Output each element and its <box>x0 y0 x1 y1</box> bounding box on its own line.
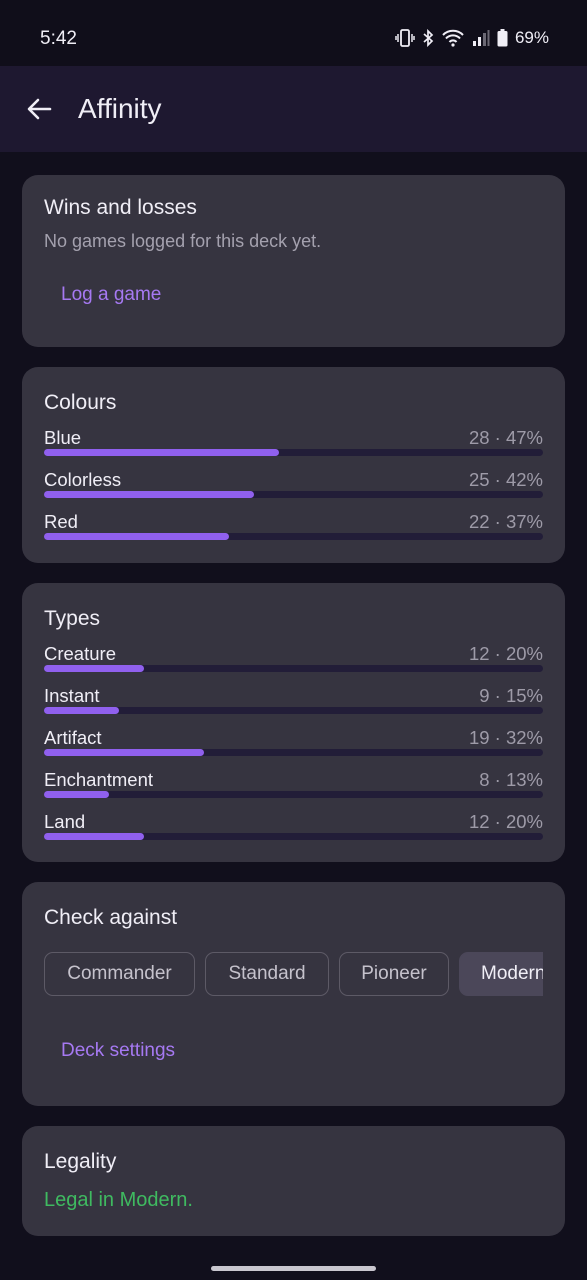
wifi-icon <box>442 29 464 47</box>
types-card: Types Creature 12 · 20% Instant 9 · 15% … <box>22 583 565 862</box>
app-bar: Affinity <box>0 66 587 152</box>
type-label: Creature <box>44 643 116 664</box>
colour-value: 25 · 42% <box>468 469 543 490</box>
type-bar-track <box>44 791 543 798</box>
back-button[interactable] <box>22 92 56 126</box>
colour-value: 22 · 37% <box>468 511 543 532</box>
legality-title: Legality <box>44 1150 117 1173</box>
type-bar-fill <box>44 749 204 756</box>
status-bar: 5:42 69% <box>0 0 587 66</box>
status-time: 5:42 <box>40 28 77 49</box>
deck-details-content[interactable]: Wins and losses No games logged for this… <box>0 152 587 1280</box>
type-bar-track <box>44 749 543 756</box>
type-bar-track <box>44 707 543 714</box>
check-against-card: Check against Commander Standard Pioneer… <box>22 882 565 1106</box>
format-chip-standard[interactable]: Standard <box>205 952 329 996</box>
colour-label: Red <box>44 511 78 532</box>
wins-losses-card: Wins and losses No games logged for this… <box>22 175 565 347</box>
type-bar-fill <box>44 707 119 714</box>
vibrate-icon <box>395 29 415 47</box>
type-bar-track <box>44 665 543 672</box>
type-bar-fill <box>44 791 109 798</box>
battery-percent: 69% <box>514 28 549 47</box>
type-label: Enchantment <box>44 769 154 790</box>
colour-row: Red 22 · 37% <box>44 511 543 547</box>
colours-title: Colours <box>44 391 117 414</box>
colour-bar-fill <box>44 533 229 540</box>
type-row: Instant 9 · 15% <box>44 685 543 721</box>
log-game-button[interactable]: Log a game <box>61 284 161 306</box>
legality-status: Legal in Modern. <box>44 1189 193 1211</box>
colour-row: Colorless 25 · 42% <box>44 469 543 505</box>
types-title: Types <box>44 607 101 630</box>
type-label: Instant <box>44 685 100 706</box>
signal-icon <box>472 30 490 46</box>
type-value: 12 · 20% <box>468 643 543 664</box>
type-label: Artifact <box>44 727 102 748</box>
colour-row: Blue 28 · 47% <box>44 427 543 463</box>
type-row: Creature 12 · 20% <box>44 643 543 679</box>
colour-bar-track <box>44 449 543 456</box>
colour-label: Blue <box>44 427 82 448</box>
wins-losses-subtitle: No games logged for this deck yet. <box>44 231 322 251</box>
colour-bar-fill <box>44 491 254 498</box>
format-chip-pioneer[interactable]: Pioneer <box>339 952 449 996</box>
battery-icon <box>497 29 508 47</box>
type-row: Enchantment 8 · 13% <box>44 769 543 805</box>
type-value: 8 · 13% <box>479 769 543 790</box>
format-chip-commander[interactable]: Commander <box>44 952 195 996</box>
colour-label: Colorless <box>44 469 122 490</box>
status-icons: 69% <box>395 28 549 48</box>
type-row: Artifact 19 · 32% <box>44 727 543 763</box>
gesture-navigation-bar[interactable] <box>211 1266 376 1271</box>
type-row: Land 12 · 20% <box>44 811 543 847</box>
type-value: 9 · 15% <box>479 685 543 706</box>
type-bar-track <box>44 833 543 840</box>
colours-card: Colours Blue 28 · 47% Colorless 25 · 42%… <box>22 367 565 563</box>
type-value: 19 · 32% <box>468 727 543 748</box>
colour-bar-track <box>44 491 543 498</box>
legality-card: Legality Legal in Modern. <box>22 1126 565 1236</box>
format-chip-modern[interactable]: Modern <box>459 952 543 996</box>
colour-bar-track <box>44 533 543 540</box>
arrow-left-icon <box>27 98 52 120</box>
bluetooth-icon <box>423 29 434 47</box>
type-label: Land <box>44 811 86 832</box>
check-against-title: Check against <box>44 906 178 929</box>
type-bar-fill <box>44 665 144 672</box>
page-title: Affinity <box>78 93 162 124</box>
wins-losses-title: Wins and losses <box>44 196 197 219</box>
format-chip-row[interactable]: Commander Standard Pioneer Modern <box>44 952 543 996</box>
type-value: 12 · 20% <box>468 811 543 832</box>
deck-settings-button[interactable]: Deck settings <box>61 1040 175 1062</box>
colour-value: 28 · 47% <box>468 427 543 448</box>
colour-bar-fill <box>44 449 279 456</box>
type-bar-fill <box>44 833 144 840</box>
